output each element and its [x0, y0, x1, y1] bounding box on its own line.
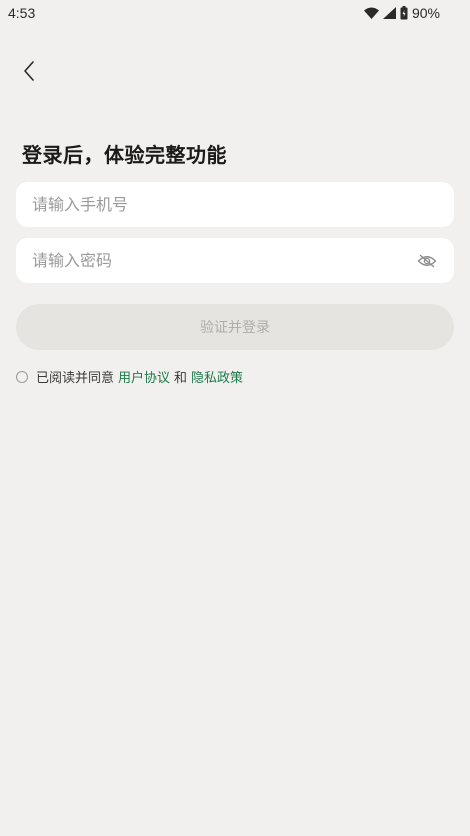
battery-icon [400, 6, 408, 20]
agreement-checkbox[interactable] [16, 370, 28, 383]
login-button[interactable]: 验证并登录 [16, 304, 454, 350]
privacy-policy-link[interactable]: 隐私政策 [191, 367, 243, 386]
agreement-row: 已阅读并同意 用户协议 和 隐私政策 [16, 367, 243, 386]
password-field [16, 238, 454, 283]
back-button[interactable] [12, 56, 46, 90]
agreement-conjunction: 和 [174, 371, 188, 386]
status-icons: 90% [363, 5, 440, 21]
password-input[interactable] [32, 251, 416, 270]
status-bar: 4:53 90% [0, 0, 470, 26]
chevron-left-icon [23, 60, 35, 86]
phone-input[interactable] [32, 195, 438, 214]
status-time: 4:53 [8, 5, 36, 21]
user-agreement-link[interactable]: 用户协议 [118, 367, 170, 386]
page-title: 登录后，体验完整功能 [22, 143, 227, 167]
agreement-prefix: 已阅读并同意 [36, 371, 115, 386]
battery-percentage: 90% [411, 5, 440, 21]
eye-off-icon[interactable] [416, 250, 438, 272]
phone-field [16, 182, 454, 227]
wifi-icon [363, 7, 379, 19]
signal-icon [382, 7, 396, 19]
